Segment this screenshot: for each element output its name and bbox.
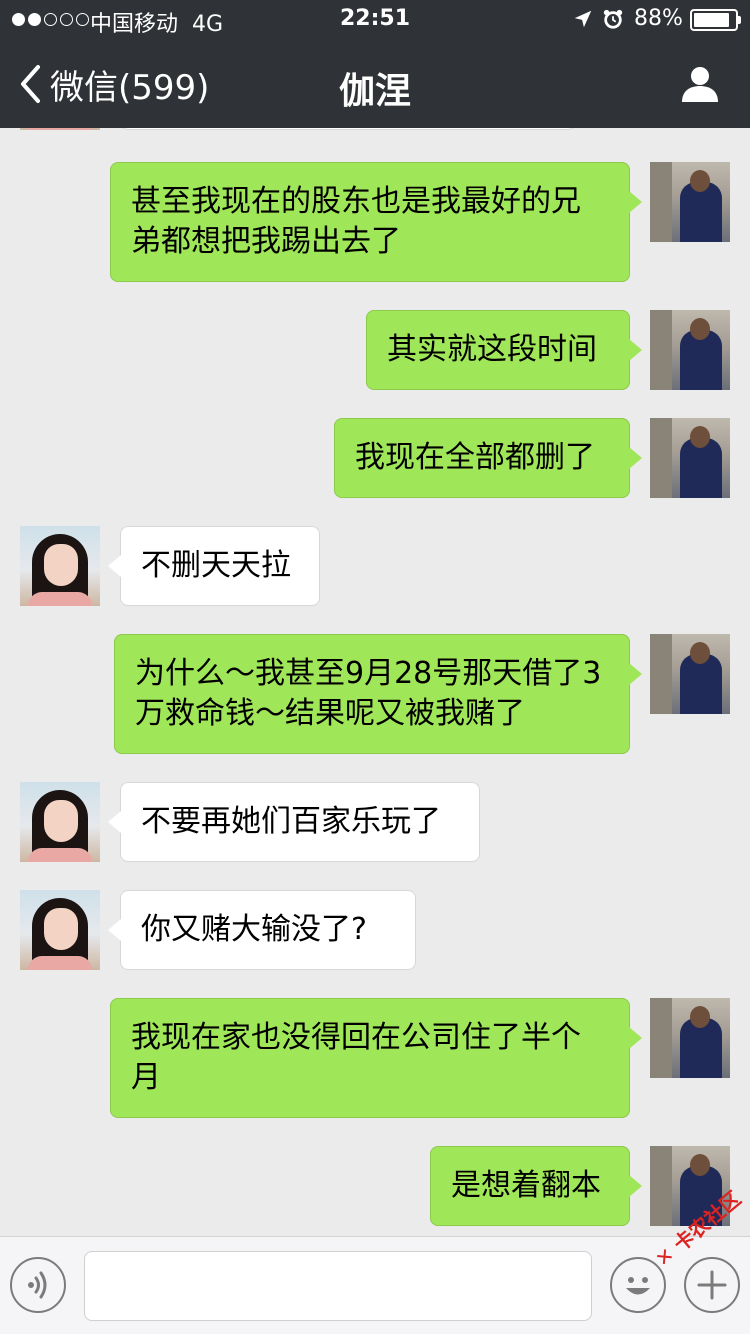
message-text: 不要再她们百家乐玩了 xyxy=(141,804,441,839)
more-button[interactable] xyxy=(684,1257,740,1313)
message-bubble[interactable] xyxy=(120,128,576,130)
back-button[interactable]: 微信(599) xyxy=(18,60,209,108)
battery-percent: 88% xyxy=(634,6,683,31)
my-avatar[interactable] xyxy=(650,998,730,1078)
contact-avatar[interactable] xyxy=(20,890,100,970)
my-avatar[interactable] xyxy=(650,310,730,390)
message-bubble[interactable]: 不删天天拉 xyxy=(108,526,320,606)
my-avatar[interactable] xyxy=(650,634,730,714)
top-bar: 中国移动 4G 22:51 88% 微信(599) 伽涅 xyxy=(0,0,750,128)
plus-icon xyxy=(697,1270,727,1300)
message-bubble[interactable]: 为什么～我甚至9月28号那天借了3万救命钱～结果呢又被我赌了 xyxy=(114,634,642,754)
contact-avatar[interactable] xyxy=(20,526,100,606)
message-text: 不删天天拉 xyxy=(141,548,291,583)
message-input[interactable] xyxy=(84,1251,592,1321)
navigation-bar: 微信(599) 伽涅 xyxy=(0,40,750,128)
message-text: 你又赌大输没了? xyxy=(141,912,367,947)
chevron-left-icon xyxy=(21,65,40,103)
contact-avatar[interactable] xyxy=(20,128,100,130)
message-text: 甚至我现在的股东也是我最好的兄弟都想把我踢出去了 xyxy=(131,184,581,259)
emoji-button[interactable] xyxy=(610,1257,666,1313)
location-arrow-icon xyxy=(574,10,592,28)
voice-button[interactable] xyxy=(10,1257,66,1313)
input-bar xyxy=(0,1236,750,1334)
back-button-label: 微信(599) xyxy=(50,67,210,108)
message-bubble[interactable]: 我现在全部都删了 xyxy=(334,418,642,498)
message-text: 是想着翻本 xyxy=(451,1168,601,1203)
message-bubble[interactable]: 我现在家也没得回在公司住了半个月 xyxy=(110,998,642,1118)
alarm-clock-icon xyxy=(603,9,623,29)
profile-icon[interactable] xyxy=(680,64,720,104)
message-list[interactable]: 甚至我现在的股东也是我最好的兄弟都想把我踢出去了 其实就这段时间 我现在全部都删… xyxy=(0,128,750,1236)
my-avatar[interactable] xyxy=(650,162,730,242)
message-bubble[interactable]: 其实就这段时间 xyxy=(366,310,642,390)
smiley-icon xyxy=(626,1277,650,1295)
my-avatar[interactable] xyxy=(650,418,730,498)
voice-wave-icon xyxy=(28,1271,47,1299)
battery-icon xyxy=(690,9,742,31)
message-bubble[interactable]: 不要再她们百家乐玩了 xyxy=(108,782,480,862)
battery-fill xyxy=(694,13,730,27)
message-text: 为什么～我甚至9月28号那天借了3万救命钱～结果呢又被我赌了 xyxy=(135,656,602,731)
status-bar: 中国移动 4G 22:51 88% xyxy=(0,0,750,40)
message-text: 我现在全部都删了 xyxy=(355,440,595,475)
message-bubble[interactable]: 你又赌大输没了? xyxy=(108,890,416,970)
message-text: 我现在家也没得回在公司住了半个月 xyxy=(131,1020,581,1095)
message-text: 其实就这段时间 xyxy=(387,332,597,367)
message-bubble[interactable]: 是想着翻本 xyxy=(430,1146,642,1226)
message-bubble[interactable]: 甚至我现在的股东也是我最好的兄弟都想把我踢出去了 xyxy=(110,162,642,282)
contact-avatar[interactable] xyxy=(20,782,100,862)
